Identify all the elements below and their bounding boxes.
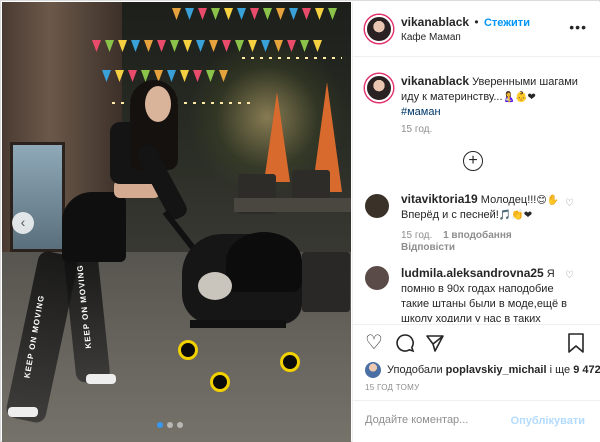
bunting-flags bbox=[92, 40, 351, 54]
heart-icon[interactable]: ♡ bbox=[365, 333, 383, 353]
bunting-flags bbox=[102, 70, 252, 84]
post-panel: vikanablack • Стежити Кафе Мамап ••• vik… bbox=[352, 2, 600, 442]
comment-text: Вперёд и с песней! bbox=[401, 209, 499, 221]
heart-icon[interactable]: ♡ bbox=[565, 270, 574, 281]
stroller-wheel bbox=[178, 340, 198, 360]
chevron-left-icon[interactable]: ‹ bbox=[12, 212, 34, 234]
likes-summary: Уподобали poplavskiy_michail і ще 9 472 bbox=[365, 362, 600, 380]
likes-prefix: Уподобали bbox=[387, 364, 443, 376]
hashtag-link[interactable]: #маман bbox=[401, 106, 441, 118]
comment-meta: 15 год. 1 вподобання bbox=[401, 230, 512, 241]
woman-skirt bbox=[62, 192, 126, 262]
carousel-dot bbox=[177, 422, 183, 428]
avatar[interactable] bbox=[365, 194, 389, 218]
comments-list: vikanablack Уверенными шагами иду к мате… bbox=[353, 58, 600, 322]
comment-username[interactable]: vitaviktoria19 bbox=[401, 192, 478, 206]
caption-emojis: 🤱👶❤ bbox=[502, 92, 536, 103]
comment: ludmila.aleksandrovna25 Я помню в 90х го… bbox=[401, 266, 571, 322]
string-lights bbox=[242, 57, 342, 59]
header-username[interactable]: vikanablack bbox=[401, 15, 469, 29]
cafe-window bbox=[10, 142, 65, 252]
carousel-dots bbox=[157, 422, 183, 428]
heart-icon[interactable]: ♡ bbox=[565, 198, 574, 209]
likes-text: Уподобали poplavskiy_michail і ще 9 472 bbox=[387, 364, 600, 376]
comment-emojis: 😊✋ bbox=[536, 195, 560, 206]
shoe bbox=[86, 374, 116, 384]
bunting-flags bbox=[172, 8, 351, 22]
publish-button[interactable]: Опублікувати bbox=[511, 415, 585, 427]
ellipsis-icon[interactable]: ••• bbox=[569, 19, 587, 35]
header-user-line: vikanablack • Стежити bbox=[401, 15, 530, 29]
stroller-frame bbox=[190, 320, 286, 328]
likes-and: і ще bbox=[549, 364, 571, 376]
avatar[interactable] bbox=[365, 15, 393, 43]
follow-button[interactable]: Стежити bbox=[484, 17, 530, 29]
woman-face bbox=[145, 86, 171, 122]
comment-input[interactable] bbox=[365, 414, 515, 426]
post-timestamp: 15 ГОД ТОМУ bbox=[365, 383, 420, 392]
likes-user[interactable]: poplavskiy_michail bbox=[446, 364, 547, 376]
stroller-canopy bbox=[226, 232, 302, 292]
reply-button[interactable]: Відповісти bbox=[401, 242, 455, 253]
avatar[interactable] bbox=[365, 74, 393, 102]
header-separator: • bbox=[474, 15, 479, 29]
location-link[interactable]: Кафе Мамап bbox=[401, 32, 461, 43]
comment-likes[interactable]: 1 вподобання bbox=[443, 230, 512, 241]
caption-username[interactable]: vikanablack bbox=[401, 74, 469, 88]
comment-age: 15 год. bbox=[401, 230, 433, 241]
comment-username[interactable]: ludmila.aleksandrovna25 bbox=[401, 266, 544, 280]
likes-count[interactable]: 9 472 bbox=[573, 364, 600, 376]
avatar[interactable] bbox=[365, 266, 389, 290]
stroller-wheel bbox=[210, 372, 230, 392]
comment: vitaviktoria19 Молодец!!!😊✋ Вперёд и с п… bbox=[401, 192, 571, 223]
plus-circle-icon[interactable]: + bbox=[463, 151, 483, 171]
cafe-table bbox=[234, 198, 351, 212]
shoe bbox=[8, 407, 38, 417]
avatar[interactable] bbox=[365, 362, 381, 378]
comment-text: Молодец!!! bbox=[480, 194, 537, 206]
comment-emojis: 🎵👏❤ bbox=[498, 210, 533, 221]
post-dialog: KEEP ON MOVING KEEP ON MOVING ‹ vikanabl… bbox=[0, 0, 600, 442]
carousel-dot bbox=[157, 422, 163, 428]
baby bbox=[198, 272, 232, 300]
bookmark-icon[interactable] bbox=[567, 333, 585, 357]
cafe-chair bbox=[302, 252, 350, 312]
caption-age: 15 год. bbox=[401, 124, 433, 135]
stroller-wheel bbox=[280, 352, 300, 372]
post-header: vikanablack • Стежити Кафе Мамап ••• bbox=[353, 2, 600, 57]
comment-icon[interactable] bbox=[395, 333, 415, 357]
carousel-dot bbox=[167, 422, 173, 428]
action-bar: ♡ bbox=[353, 324, 600, 364]
send-icon[interactable] bbox=[425, 333, 445, 357]
post-photo[interactable]: KEEP ON MOVING KEEP ON MOVING ‹ bbox=[2, 2, 351, 442]
caption: vikanablack Уверенными шагами иду к мате… bbox=[401, 74, 587, 120]
add-comment-bar: Опублікувати bbox=[353, 400, 600, 442]
